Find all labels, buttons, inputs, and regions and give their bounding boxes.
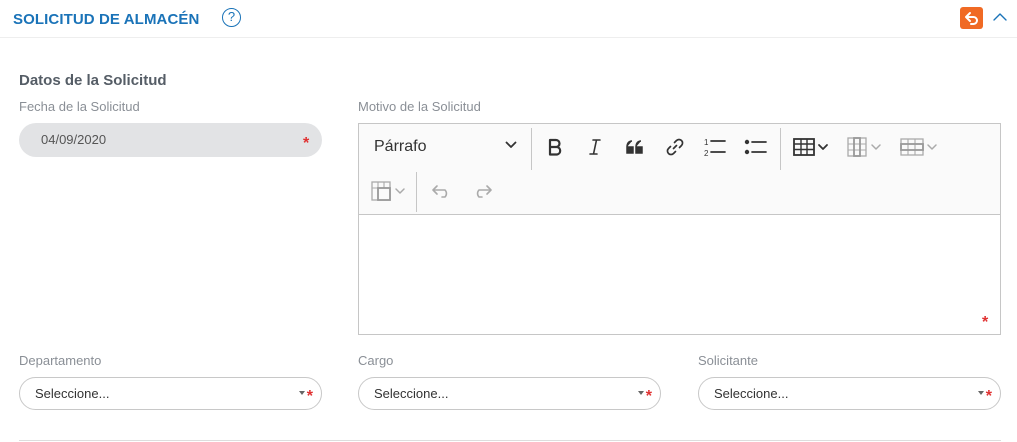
toolbar-divider (780, 128, 781, 170)
motivo-editable-area[interactable] (359, 216, 1000, 334)
chevron-up-icon[interactable] (992, 11, 1008, 23)
departamento-label: Departamento (19, 353, 102, 368)
cargo-value: Seleccione... (374, 386, 449, 401)
solicitante-select[interactable]: Seleccione... * (698, 377, 1001, 410)
caret-down-icon (638, 391, 644, 395)
section-divider (19, 440, 1001, 441)
merge-cells-icon (371, 181, 405, 201)
numbered-list-icon: 1 2 (704, 138, 726, 158)
required-asterisk: * (985, 388, 992, 405)
solicitante-value: Seleccione... (714, 386, 789, 401)
cargo-select[interactable]: Seleccione... * (358, 377, 661, 410)
panel-title: SOLICITUD DE ALMACÉN (13, 11, 200, 28)
redo-icon (476, 185, 492, 198)
italic-icon (589, 139, 601, 155)
required-asterisk: * (982, 314, 989, 331)
motivo-label: Motivo de la Solicitud (358, 99, 481, 114)
table-column-button[interactable] (843, 130, 889, 164)
departamento-select[interactable]: Seleccione... * (19, 377, 322, 410)
undo-arrow-icon (965, 12, 978, 25)
insert-table-icon (793, 138, 828, 156)
svg-text:2: 2 (704, 149, 709, 158)
undo-button[interactable] (426, 174, 458, 208)
link-icon (666, 138, 684, 156)
fecha-input[interactable]: 04/09/2020 (19, 123, 322, 157)
insert-table-button[interactable] (789, 130, 835, 164)
toolbar-divider (531, 128, 532, 170)
editor-toolbar: Párrafo 1 2 (359, 124, 1000, 215)
panel-header: SOLICITUD DE ALMACÉN ? (0, 0, 1017, 38)
caret-down-icon (299, 391, 305, 395)
chevron-down-icon (505, 141, 517, 148)
paragraph-format-label: Párrafo (374, 138, 427, 155)
italic-button[interactable] (579, 130, 611, 164)
paragraph-format-select[interactable]: Párrafo (359, 126, 531, 168)
question-circle-icon[interactable]: ? (222, 8, 241, 27)
required-asterisk: * (303, 135, 310, 152)
svg-text:1: 1 (704, 138, 709, 147)
back-button[interactable] (960, 7, 983, 29)
solicitante-label: Solicitante (698, 353, 758, 368)
redo-button[interactable] (466, 174, 498, 208)
table-column-icon (847, 137, 881, 157)
section-title: Datos de la Solicitud (19, 72, 167, 89)
required-asterisk: * (645, 388, 652, 405)
bulleted-list-button[interactable] (740, 130, 772, 164)
caret-down-icon (978, 391, 984, 395)
bulleted-list-icon (744, 139, 767, 155)
blockquote-button[interactable] (619, 130, 651, 164)
blockquote-icon (626, 140, 643, 154)
cargo-label: Cargo (358, 353, 394, 368)
bold-icon (548, 138, 562, 156)
undo-icon (432, 185, 448, 198)
departamento-value: Seleccione... (35, 386, 110, 401)
numbered-list-button[interactable]: 1 2 (699, 130, 731, 164)
merge-cells-button[interactable] (367, 174, 413, 208)
bold-button[interactable] (539, 130, 571, 164)
table-row-icon (900, 138, 937, 156)
fecha-label: Fecha de la Solicitud (19, 99, 140, 114)
required-asterisk: * (306, 388, 313, 405)
rich-text-editor: Párrafo 1 2 * (358, 123, 1001, 335)
table-row-button[interactable] (897, 130, 943, 164)
link-button[interactable] (659, 130, 691, 164)
toolbar-divider (416, 172, 417, 212)
